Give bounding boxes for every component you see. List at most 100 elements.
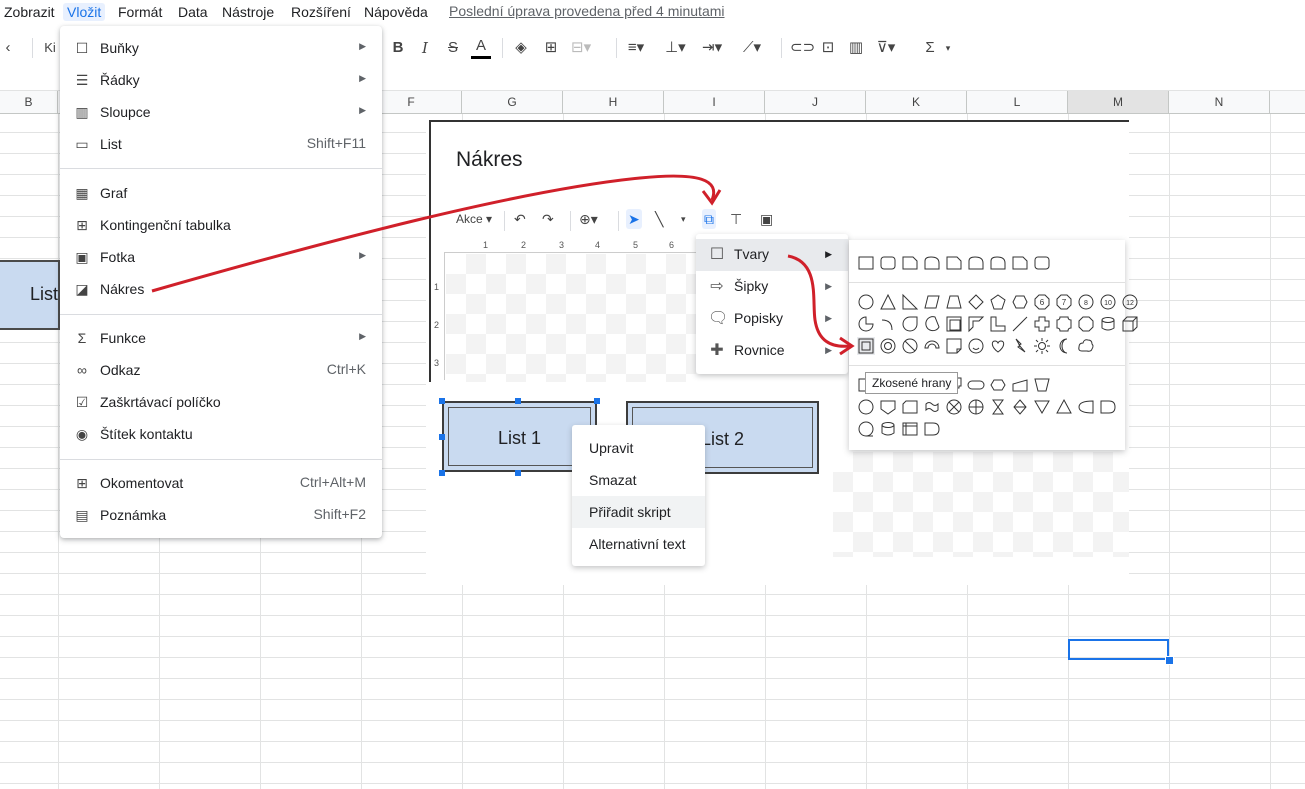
shape-dodecagon-icon[interactable]: 12: [1121, 293, 1139, 311]
shape-chord-icon[interactable]: [923, 315, 941, 333]
actions-menu[interactable]: Akce ▾: [456, 209, 492, 229]
shape-octagon-icon[interactable]: [1077, 315, 1095, 333]
resize-handle[interactable]: [515, 398, 521, 404]
shape-sort-icon[interactable]: [1011, 398, 1029, 416]
shape-l-shape-icon[interactable]: [989, 315, 1007, 333]
shape-summing-junction-icon[interactable]: [945, 398, 963, 416]
drawing-canvas[interactable]: [446, 254, 696, 382]
column-header-m[interactable]: M: [1068, 91, 1169, 113]
text-color-button[interactable]: A: [471, 36, 491, 59]
shape-extract-icon[interactable]: [1055, 398, 1073, 416]
column-header-i[interactable]: I: [664, 91, 765, 113]
list-button-partial[interactable]: List: [0, 260, 60, 330]
column-header-b[interactable]: B: [0, 91, 58, 113]
vertical-align-icon[interactable]: ⊥▾: [665, 36, 686, 60]
borders-icon[interactable]: ⊞: [541, 36, 561, 60]
text-box-icon[interactable]: ⊤: [730, 209, 742, 229]
shape-delay-icon[interactable]: [1099, 398, 1117, 416]
shape-heart-icon[interactable]: [989, 337, 1007, 355]
shape-dodecagon-icon[interactable]: 10: [1099, 293, 1117, 311]
shape-internal-storage-icon[interactable]: [901, 420, 919, 438]
menu-extensions[interactable]: Rozšíření: [287, 3, 355, 21]
resize-handle[interactable]: [439, 434, 445, 440]
insert-rows[interactable]: ☰ Řádky ▶: [60, 64, 382, 96]
last-edit-link[interactable]: Poslední úprava provedena před 4 minutam…: [449, 3, 725, 19]
shape-round-corner-icon[interactable]: [923, 254, 941, 272]
line-tool-icon[interactable]: ╲: [655, 209, 663, 229]
font-family-select[interactable]: Ki: [40, 36, 60, 60]
menu-view[interactable]: Zobrazit: [0, 3, 59, 21]
shape-card-icon[interactable]: [901, 398, 919, 416]
fill-handle[interactable]: [1165, 656, 1174, 665]
shape-half-frame-icon[interactable]: [967, 315, 985, 333]
shape-rounded-rectangle-icon[interactable]: [1033, 254, 1051, 272]
shape-off-page-connector-icon[interactable]: [879, 398, 897, 416]
insert-function[interactable]: Σ Funkce ▶: [60, 322, 382, 354]
shape-hourglass-icon[interactable]: [989, 398, 1007, 416]
select-cursor-icon[interactable]: ➤: [626, 209, 642, 229]
shape-menu-arrows[interactable]: ⇨ Šipky ▶: [696, 271, 848, 303]
shape-rounded-rectangle-icon[interactable]: [879, 254, 897, 272]
insert-pivot-table[interactable]: ⊞ Kontingenční tabulka: [60, 209, 382, 241]
resize-handle[interactable]: [439, 470, 445, 476]
redo-icon[interactable]: ↷: [542, 209, 554, 229]
drawing-canvas[interactable]: [833, 452, 1129, 557]
shape-terminator-icon[interactable]: [967, 376, 985, 394]
shape-snip-corner-icon[interactable]: [901, 254, 919, 272]
shape-display-icon[interactable]: [1077, 398, 1095, 416]
column-header-h[interactable]: H: [563, 91, 664, 113]
resize-handle[interactable]: [515, 470, 521, 476]
shape-diagonal-stripe-icon[interactable]: [1011, 315, 1029, 333]
column-header-l[interactable]: L: [967, 91, 1068, 113]
shape-menu-shapes[interactable]: ☐ Tvary ▶: [696, 239, 848, 271]
text-rotation-icon[interactable]: ⟋▾: [742, 36, 762, 60]
insert-cells[interactable]: ☐ Buňky ▶: [60, 32, 382, 64]
shape-cross-icon[interactable]: [1033, 315, 1051, 333]
shape-rectangle-icon[interactable]: [857, 254, 875, 272]
shape-merge-icon[interactable]: [1033, 398, 1051, 416]
shape-no-symbol-icon[interactable]: [901, 337, 919, 355]
menu-data[interactable]: Data: [174, 3, 212, 21]
shape-snip-corner-icon[interactable]: [1011, 254, 1029, 272]
shape-menu-equations[interactable]: ✚ Rovnice ▶: [696, 335, 848, 367]
line-dropdown-icon[interactable]: ▾: [681, 209, 686, 229]
insert-columns[interactable]: ▥ Sloupce ▶: [60, 96, 382, 128]
shape-triangle-icon[interactable]: [879, 293, 897, 311]
image-icon[interactable]: ▣: [760, 209, 773, 229]
context-alt-text[interactable]: Alternativní text: [572, 528, 705, 560]
shape-delay-icon[interactable]: [923, 420, 941, 438]
undo-icon[interactable]: ↶: [514, 209, 526, 229]
shape-lightning-bolt-icon[interactable]: [1011, 337, 1029, 355]
column-header-n[interactable]: N: [1169, 91, 1270, 113]
column-header-j[interactable]: J: [765, 91, 866, 113]
insert-drawing[interactable]: ◪ Nákres: [60, 273, 382, 305]
shape-trapezoid-icon[interactable]: [945, 293, 963, 311]
shape-or-junction-icon[interactable]: [967, 398, 985, 416]
chart-icon[interactable]: ▥: [846, 36, 866, 60]
merge-cells-icon[interactable]: ⊟▾: [571, 36, 591, 60]
shape-decagon-icon[interactable]: 7: [1055, 293, 1073, 311]
link-icon[interactable]: ⊂⊃: [790, 36, 815, 60]
shape-arc-icon[interactable]: [879, 315, 897, 333]
shape-right-triangle-icon[interactable]: [901, 293, 919, 311]
shape-folded-corner-icon[interactable]: [945, 337, 963, 355]
shape-hexagon-icon[interactable]: [1011, 293, 1029, 311]
shape-snip-corner-icon[interactable]: [945, 254, 963, 272]
menu-tools[interactable]: Nástroje: [218, 3, 278, 21]
shape-teardrop-icon[interactable]: [901, 315, 919, 333]
shape-direct-access-storage-icon[interactable]: [879, 420, 897, 438]
context-edit[interactable]: Upravit: [572, 432, 705, 464]
insert-image[interactable]: ▣ Fotka ▶: [60, 241, 382, 273]
menu-insert[interactable]: Vložit: [63, 3, 106, 21]
shape-block-arc-icon[interactable]: [923, 337, 941, 355]
context-delete[interactable]: Smazat: [572, 464, 705, 496]
insert-link[interactable]: ∞ Odkaz Ctrl+K: [60, 354, 382, 386]
shape-cube-icon[interactable]: [1121, 315, 1139, 333]
insert-sheet[interactable]: ▭ List Shift+F11: [60, 128, 382, 160]
insert-checkbox[interactable]: ☑ Zaškrtávací políčko: [60, 386, 382, 418]
shape-smiley-icon[interactable]: [967, 337, 985, 355]
insert-note[interactable]: ▤ Poznámka Shift+F2: [60, 499, 382, 531]
menu-help[interactable]: Nápověda: [360, 3, 432, 21]
selected-cell[interactable]: [1068, 639, 1169, 660]
shape-cloud-icon[interactable]: [1077, 337, 1095, 355]
